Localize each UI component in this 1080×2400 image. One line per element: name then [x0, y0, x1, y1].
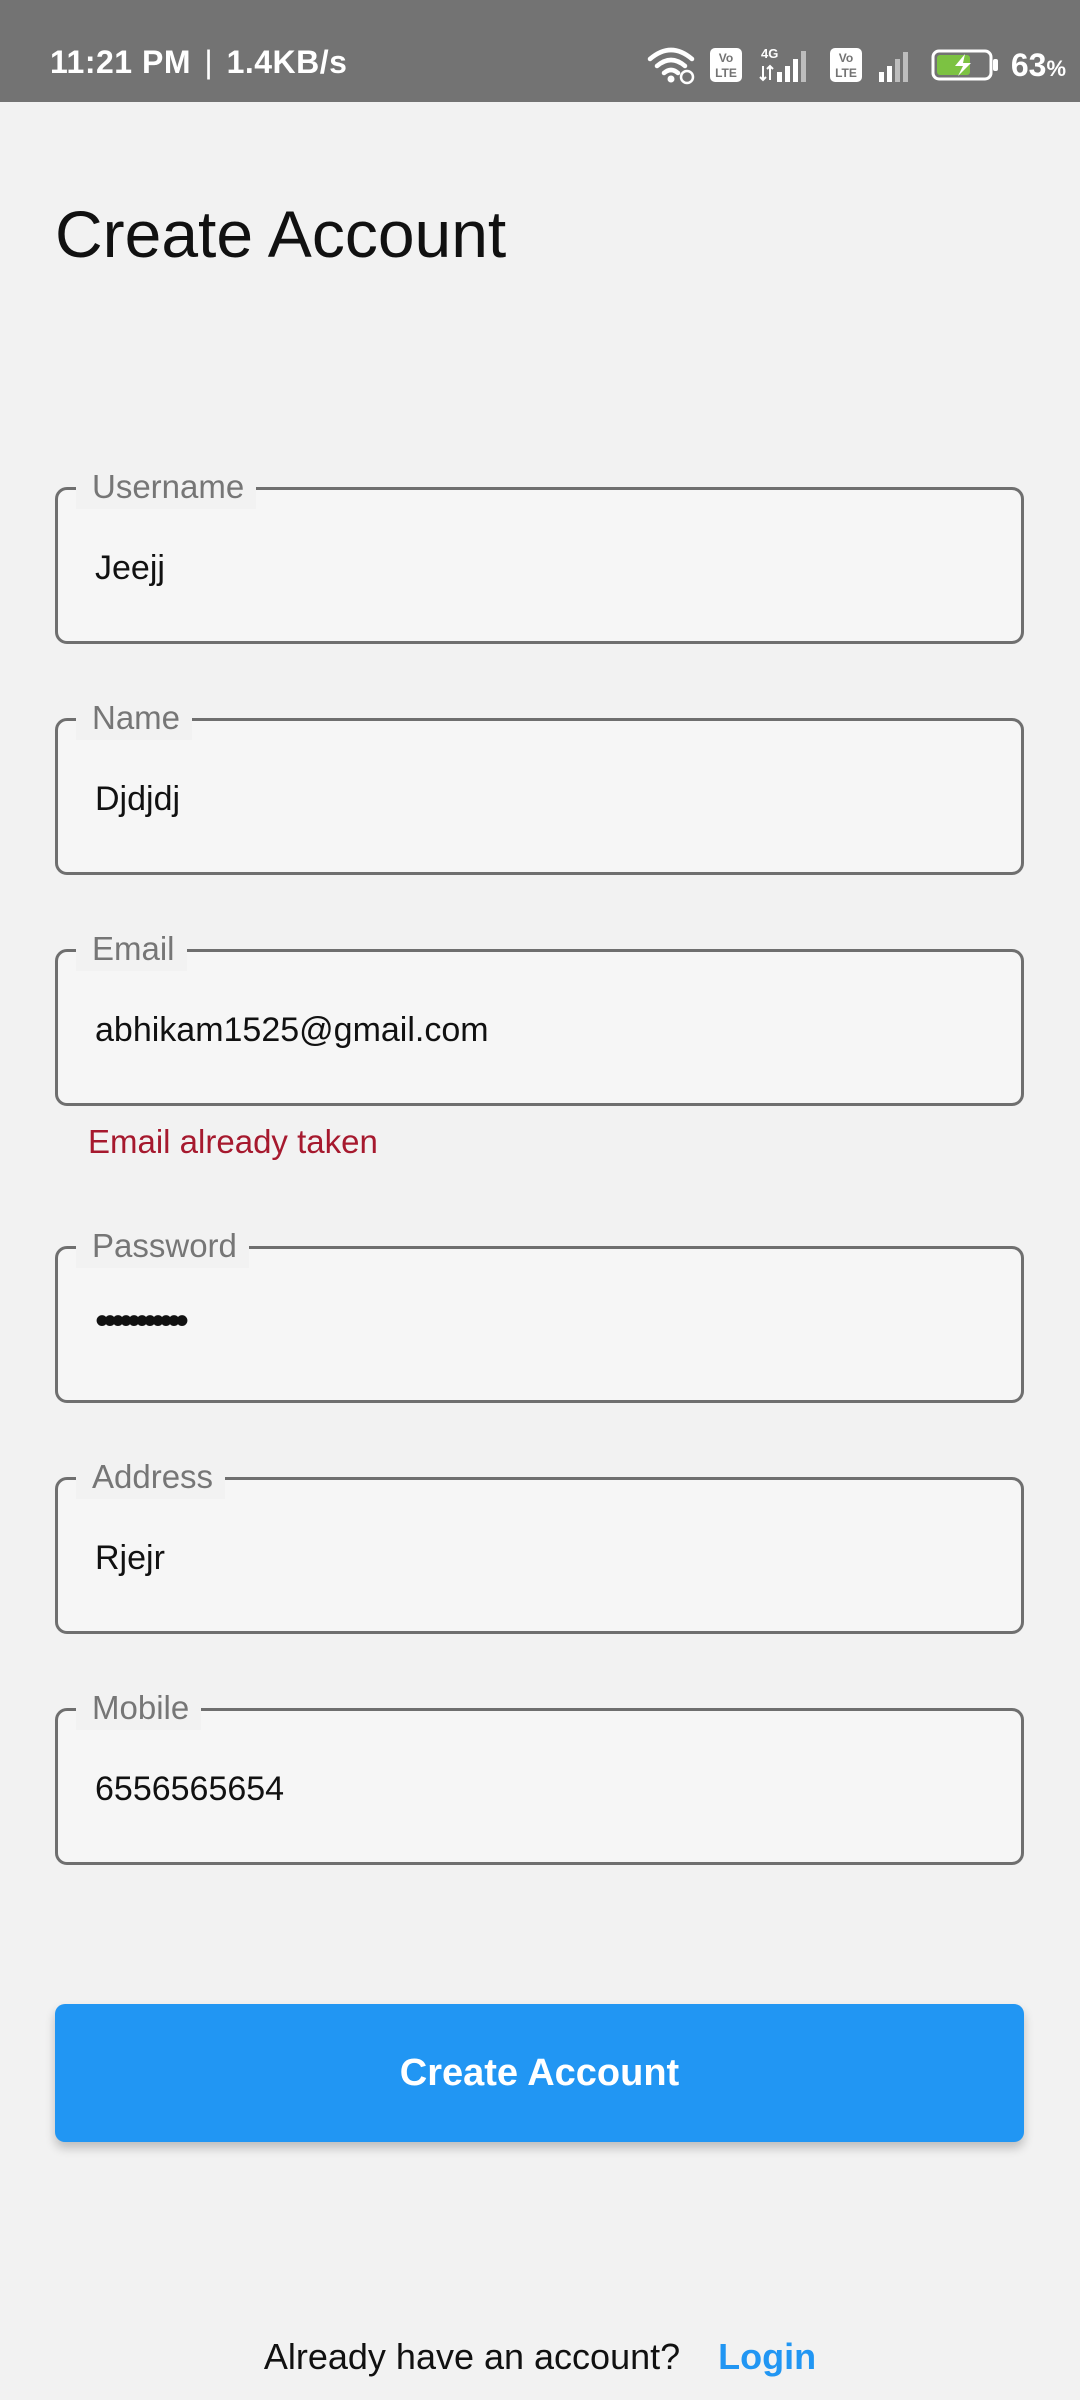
battery-percent: 63%: [1010, 46, 1066, 83]
page-title: Create Account: [55, 197, 507, 271]
volte-icon: Vo LTE: [709, 47, 743, 83]
username-field[interactable]: Username Jeejj: [55, 465, 1024, 644]
email-value[interactable]: abhikam1525@gmail.com: [95, 1010, 489, 1050]
volte-icon: Vo LTE: [829, 47, 863, 83]
volte-badge-bottom: LTE: [835, 66, 857, 80]
status-icons: Vo LTE 4G Vo LTE 63%: [647, 40, 1066, 90]
username-value[interactable]: Jeejj: [95, 548, 165, 588]
status-time-speed: 11:21 PM | 1.4KB/s: [50, 44, 347, 81]
name-label: Name: [76, 696, 193, 740]
password-value[interactable]: •••••••••••: [95, 1301, 189, 1341]
mobile-label: Mobile: [76, 1686, 202, 1730]
login-link[interactable]: Login: [718, 2336, 816, 2377]
name-value[interactable]: Djdjdj: [95, 779, 180, 819]
password-label: Password: [76, 1224, 249, 1268]
volte-badge-top: Vo: [839, 51, 853, 65]
wifi-icon: [647, 45, 695, 85]
network-type: 4G: [761, 46, 778, 61]
signal-icon: 4G: [757, 46, 815, 84]
signal-icon: [877, 48, 917, 82]
name-field[interactable]: Name Djdjdj: [55, 696, 1024, 875]
battery-charging-icon: [931, 48, 1001, 82]
network-speed: 1.4KB/s: [226, 44, 348, 80]
mobile-field[interactable]: Mobile 6556565654: [55, 1686, 1024, 1865]
username-label: Username: [76, 465, 257, 509]
volte-badge-bottom: LTE: [715, 66, 737, 80]
address-value[interactable]: Rjejr: [95, 1538, 165, 1578]
address-field[interactable]: Address Rjejr: [55, 1455, 1024, 1634]
password-field[interactable]: Password •••••••••••: [55, 1224, 1024, 1403]
login-prompt: Already have an account? Login: [0, 2336, 1080, 2378]
mobile-value[interactable]: 6556565654: [95, 1769, 284, 1809]
status-separator: |: [204, 44, 214, 80]
address-label: Address: [76, 1455, 226, 1499]
status-bar: 11:21 PM | 1.4KB/s Vo LTE 4G Vo LTE 63%: [0, 0, 1080, 102]
volte-badge-top: Vo: [719, 51, 733, 65]
status-time: 11:21 PM: [50, 44, 191, 80]
login-prompt-text: Already have an account?: [263, 2336, 681, 2377]
email-field[interactable]: Email abhikam1525@gmail.com: [55, 927, 1024, 1106]
email-error-message: Email already taken: [88, 1123, 378, 1160]
create-account-button[interactable]: Create Account: [55, 2004, 1024, 2142]
email-label: Email: [76, 927, 187, 971]
